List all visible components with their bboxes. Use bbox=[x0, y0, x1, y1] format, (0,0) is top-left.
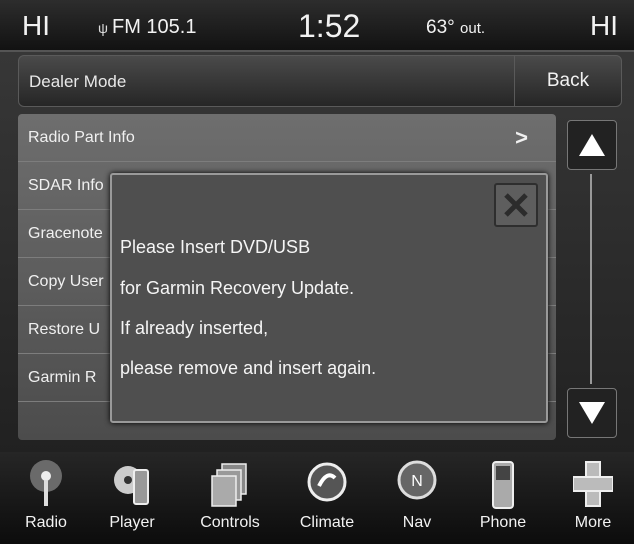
passenger-temp-setting[interactable]: HI bbox=[590, 10, 618, 42]
nav-item-player[interactable]: Player bbox=[95, 452, 169, 544]
dialog-message-line: If already inserted, bbox=[120, 318, 269, 338]
antenna-icon: ψ bbox=[98, 20, 108, 36]
bottom-nav-bar: Radio Player Controls Climate N Nav Phon… bbox=[0, 452, 634, 544]
svg-text:N: N bbox=[411, 473, 423, 490]
driver-temp-setting[interactable]: HI bbox=[22, 10, 50, 42]
scroll-track[interactable] bbox=[590, 174, 592, 384]
page-title: Dealer Mode bbox=[29, 72, 127, 91]
controls-icon bbox=[211, 463, 247, 507]
nav-label: Controls bbox=[200, 514, 260, 531]
phone-icon bbox=[492, 461, 514, 509]
scroll-up-button[interactable] bbox=[567, 120, 617, 170]
compass-icon: N bbox=[397, 460, 437, 500]
nav-item-radio[interactable]: Radio bbox=[9, 452, 83, 544]
nav-item-nav[interactable]: N Nav bbox=[380, 452, 454, 544]
nav-label: More bbox=[574, 514, 612, 531]
status-bar: HI ψ FM 105.1 1:52 63° out. HI bbox=[0, 0, 634, 52]
insert-media-dialog: Please Insert DVD/USB for Garmin Recover… bbox=[110, 173, 548, 423]
dialog-message-line: please remove and insert again. bbox=[120, 358, 377, 378]
back-button[interactable]: Back bbox=[514, 56, 621, 106]
nav-label: Phone bbox=[479, 514, 527, 531]
title-bar: Dealer Mode Back bbox=[18, 55, 622, 107]
player-icon bbox=[114, 466, 149, 505]
radio-station-indicator[interactable]: ψ FM 105.1 bbox=[98, 16, 196, 39]
nav-label: Radio bbox=[25, 514, 67, 531]
climate-icon bbox=[307, 462, 347, 502]
close-button[interactable] bbox=[494, 183, 538, 227]
nav-item-more[interactable]: More bbox=[556, 452, 630, 544]
list-scrollbar[interactable] bbox=[562, 114, 620, 440]
radio-icon bbox=[30, 460, 62, 506]
dialog-message-line: Please Insert DVD/USB bbox=[120, 237, 311, 257]
plus-icon bbox=[573, 461, 613, 507]
nav-item-controls[interactable]: Controls bbox=[193, 452, 267, 544]
head-unit-screen: HI ψ FM 105.1 1:52 63° out. HI Dealer Mod… bbox=[0, 0, 634, 544]
radio-station-label: FM 105.1 bbox=[111, 16, 197, 38]
chevron-right-icon: > bbox=[515, 125, 528, 150]
arrow-up-icon bbox=[579, 134, 605, 156]
close-icon bbox=[504, 193, 528, 217]
list-item[interactable]: Radio Part Info > bbox=[18, 114, 556, 162]
dialog-message-line: for Garmin Recovery Update. bbox=[120, 278, 355, 298]
scroll-down-button[interactable] bbox=[567, 388, 617, 438]
nav-label: Player bbox=[109, 514, 155, 531]
clock: 1:52 bbox=[298, 8, 361, 44]
nav-item-climate[interactable]: Climate bbox=[290, 452, 364, 544]
arrow-down-icon bbox=[579, 402, 605, 424]
nav-item-phone[interactable]: Phone bbox=[466, 452, 540, 544]
nav-label: Climate bbox=[299, 514, 355, 531]
outside-temperature: 63° out. bbox=[426, 17, 486, 38]
nav-label: Nav bbox=[402, 514, 432, 531]
